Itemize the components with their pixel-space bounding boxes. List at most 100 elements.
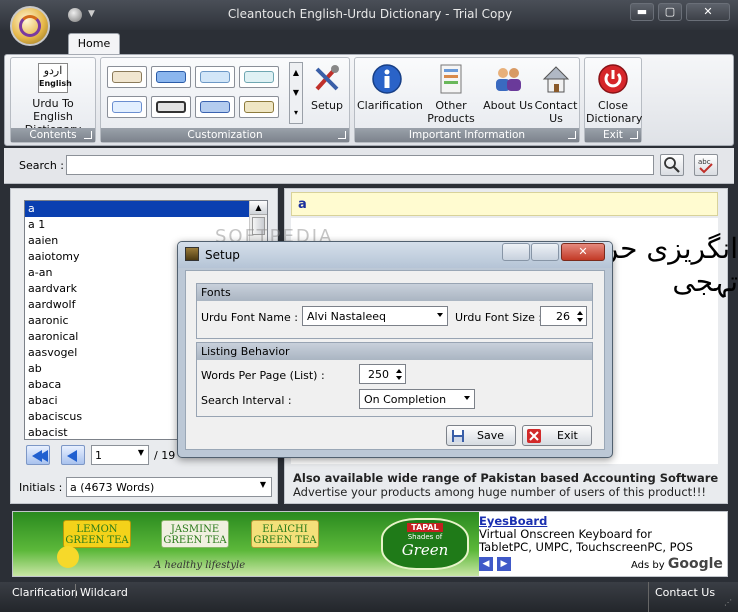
chevron-down-icon: ▼	[259, 480, 266, 489]
group-label-contents: Contents	[11, 128, 95, 142]
svg-text:abc: abc	[698, 158, 711, 166]
power-icon	[597, 63, 629, 95]
urdu-to-english-button[interactable]: اردو English Urdu To English Dictionary	[13, 60, 93, 136]
minimize-button[interactable]: ▬	[630, 3, 654, 21]
exit-button[interactable]: Exit	[522, 425, 592, 446]
lemon-icon	[57, 546, 79, 568]
status-contact-us[interactable]: Contact Us	[655, 586, 715, 599]
info-icon	[371, 63, 403, 95]
clarification-label: Clarification	[357, 99, 423, 112]
ad-next-button[interactable]: ▶	[497, 557, 511, 571]
floppy-disk-icon	[452, 430, 464, 442]
save-label: Save	[477, 429, 505, 442]
contact-us-button[interactable]: Contact Us	[533, 60, 579, 125]
setup-label: Setup	[310, 99, 344, 112]
quick-access-dropdown-icon[interactable]: ▼	[88, 9, 95, 19]
setup-button[interactable]: Setup	[307, 60, 347, 112]
urdu-english-icon: اردو English	[38, 63, 72, 93]
group-label-important-information: Important Information	[355, 128, 579, 142]
spin-down-icon[interactable]	[577, 318, 583, 322]
group-customization: ▲ ▼ ▾ Setup Customization	[100, 57, 350, 143]
gallery-scroll[interactable]: ▲ ▼ ▾	[289, 62, 303, 124]
close-icon	[527, 429, 541, 443]
search-interval-select[interactable]: On Completion	[359, 389, 475, 409]
search-input[interactable]	[66, 155, 654, 175]
about-us-label: About Us	[483, 99, 533, 112]
prev-page-button[interactable]	[61, 445, 85, 465]
resize-grip-icon[interactable]: ⋰	[724, 598, 734, 608]
first-page-button[interactable]	[26, 445, 50, 465]
ad-subline: Advertise your products among huge numbe…	[293, 485, 706, 499]
group-exit: Close Dictionary Exit	[584, 57, 642, 143]
group-important-information: Clarification Other Products ▾ About Us …	[354, 57, 580, 143]
dialog-launcher-icon[interactable]	[630, 131, 638, 139]
tea-lemon: LEMON GREEN TEA	[63, 520, 131, 548]
spin-up-icon[interactable]	[577, 311, 583, 315]
spell-check-button[interactable]: abc	[694, 154, 718, 176]
page-select[interactable]: 1 ▼	[91, 445, 149, 465]
dialog-launcher-icon[interactable]	[338, 131, 346, 139]
eyesboard-link[interactable]: EyesBoard	[479, 514, 547, 528]
search-button[interactable]	[660, 154, 684, 176]
ads-by-google[interactable]: Ads by Google	[631, 556, 723, 572]
ad-prev-button[interactable]: ◀	[479, 557, 493, 571]
tab-home[interactable]: Home	[68, 33, 120, 55]
maximize-button[interactable]: ▢	[658, 3, 682, 21]
selected-word: a	[291, 192, 718, 216]
eyesboard-line2: TabletPC, UMPC, TouchscreenPC, POS	[479, 540, 693, 554]
chevron-down-icon	[464, 396, 470, 400]
theme-swatch-3[interactable]	[195, 66, 235, 88]
theme-swatch-5[interactable]	[107, 96, 147, 118]
theme-swatch-6[interactable]	[151, 96, 191, 118]
chevron-down-icon: ▼	[137, 448, 144, 457]
dialog-close-button[interactable]: ✕	[561, 243, 605, 261]
tea-ad[interactable]: LEMON GREEN TEA JASMINE GREEN TEA ELAICH…	[13, 512, 479, 576]
words-per-page-stepper[interactable]: 250	[359, 364, 406, 384]
search-interval-label: Search Interval :	[201, 394, 292, 407]
dialog-app-icon	[185, 247, 199, 261]
theme-swatch-1[interactable]	[107, 66, 147, 88]
status-divider	[648, 582, 649, 612]
tools-icon	[311, 63, 343, 95]
urdu-font-size-stepper[interactable]: 26	[540, 306, 587, 326]
theme-swatch-4[interactable]	[239, 66, 279, 88]
clarification-button[interactable]: Clarification	[357, 60, 423, 112]
urdu-font-size-label: Urdu Font Size :	[455, 311, 543, 324]
quick-access-icon[interactable]	[68, 8, 82, 22]
words-per-page-label: Words Per Page (List) :	[201, 369, 325, 382]
tea-elaichi: ELAICHI GREEN TEA	[251, 520, 319, 548]
save-button[interactable]: Save	[446, 425, 516, 446]
other-products-button[interactable]: Other Products ▾	[423, 60, 479, 138]
scroll-up-icon[interactable]: ▲	[250, 201, 267, 215]
spin-down-icon[interactable]	[396, 376, 402, 380]
list-item[interactable]: a	[25, 201, 267, 217]
close-button[interactable]: ✕	[686, 3, 730, 21]
prev-page-icon	[67, 450, 77, 462]
products-icon	[435, 63, 467, 95]
status-wildcard[interactable]: Wildcard	[80, 586, 128, 599]
close-dictionary-button[interactable]: Close Dictionary	[586, 60, 642, 125]
status-divider	[75, 584, 76, 598]
app-logo-icon	[19, 15, 41, 37]
initials-select[interactable]: a (4673 Words) ▼	[66, 477, 272, 497]
initials-label: Initials :	[19, 481, 63, 494]
dialog-launcher-icon[interactable]	[84, 131, 92, 139]
app-menu-button[interactable]	[10, 6, 50, 46]
about-us-button[interactable]: About Us	[483, 60, 533, 112]
theme-swatch-7[interactable]	[195, 96, 235, 118]
urdu-font-name-select[interactable]: Alvi Nastaleeq	[302, 306, 448, 326]
dialog-maximize-button[interactable]	[531, 243, 559, 261]
listing-section-title: Listing Behavior	[197, 343, 592, 360]
tapal-logo: TAPAL Shades of Green	[381, 518, 469, 570]
spin-up-icon[interactable]	[396, 369, 402, 373]
theme-swatch-8[interactable]	[239, 96, 279, 118]
group-label-customization: Customization	[101, 128, 349, 142]
abc-check-icon: abc	[698, 158, 713, 174]
dialog-title: Setup	[205, 248, 240, 262]
theme-swatch-2[interactable]	[151, 66, 191, 88]
status-clarification[interactable]: Clarification	[12, 586, 78, 599]
dialog-launcher-icon[interactable]	[568, 131, 576, 139]
tea-jasmine: JASMINE GREEN TEA	[161, 520, 229, 548]
dialog-minimize-button[interactable]	[502, 243, 530, 261]
ad-tagline: A healthy lifestyle	[154, 560, 246, 571]
